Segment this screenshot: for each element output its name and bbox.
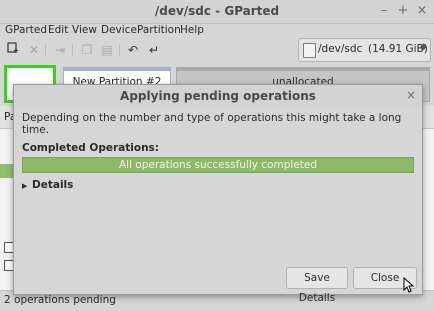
close-icon[interactable]: ×: [406, 88, 416, 102]
device-selector[interactable]: /dev/sdc (14.91 GiB) ◆: [298, 38, 431, 62]
chevron-down-icon: ◆: [420, 42, 427, 52]
menubar: GParted Edit View Device Partition Help: [0, 23, 434, 38]
toolbar-separator: [72, 44, 73, 56]
completed-operations-label: Completed Operations:: [22, 142, 159, 154]
menu-gparted[interactable]: GParted: [5, 23, 47, 37]
delete-icon[interactable]: ✕: [25, 41, 43, 59]
menu-device[interactable]: Device: [101, 23, 137, 37]
menu-view[interactable]: View: [72, 23, 97, 37]
details-expander[interactable]: ▶ Details: [22, 179, 73, 191]
minimize-icon[interactable]: –: [376, 3, 392, 19]
disk-icon: [303, 43, 316, 58]
apply-icon[interactable]: ↵: [145, 41, 163, 59]
undo-icon[interactable]: ↶: [124, 41, 142, 59]
device-size: (14.91 GiB): [368, 43, 428, 55]
dialog-title: Applying pending operations: [120, 89, 316, 103]
toolbar-separator: [119, 44, 120, 56]
progress-text: All operations successfully completed: [118, 159, 318, 171]
window-title: /dev/sdc - GParted: [154, 4, 280, 18]
menu-partition[interactable]: Partition: [137, 23, 181, 37]
expander-arrow-icon: ▶: [22, 182, 28, 190]
details-label: Details: [32, 179, 74, 191]
progress-bar: All operations successfully completed: [22, 157, 414, 173]
paste-icon[interactable]: ▤: [98, 41, 116, 59]
dialog-description: Depending on the number and type of oper…: [22, 112, 402, 136]
copy-icon[interactable]: ❐: [78, 41, 96, 59]
status-text: 2 operations pending: [4, 294, 116, 306]
apply-operations-dialog: Applying pending operations × Depending …: [13, 84, 423, 304]
new-partition-icon[interactable]: [4, 41, 22, 59]
resize-move-icon[interactable]: ⇥: [51, 41, 69, 59]
maximize-icon[interactable]: +: [395, 3, 411, 19]
device-name: /dev/sdc: [318, 43, 363, 55]
menu-edit[interactable]: Edit: [48, 23, 68, 37]
save-details-button[interactable]: Save Details: [286, 267, 348, 304]
close-window-icon[interactable]: ×: [414, 3, 430, 19]
menu-help[interactable]: Help: [180, 23, 204, 37]
toolbar-separator: [45, 44, 46, 56]
mouse-cursor-icon: [403, 277, 415, 293]
window-titlebar: /dev/sdc - GParted – + ×: [0, 0, 434, 24]
dialog-titlebar: Applying pending operations ×: [14, 85, 422, 107]
